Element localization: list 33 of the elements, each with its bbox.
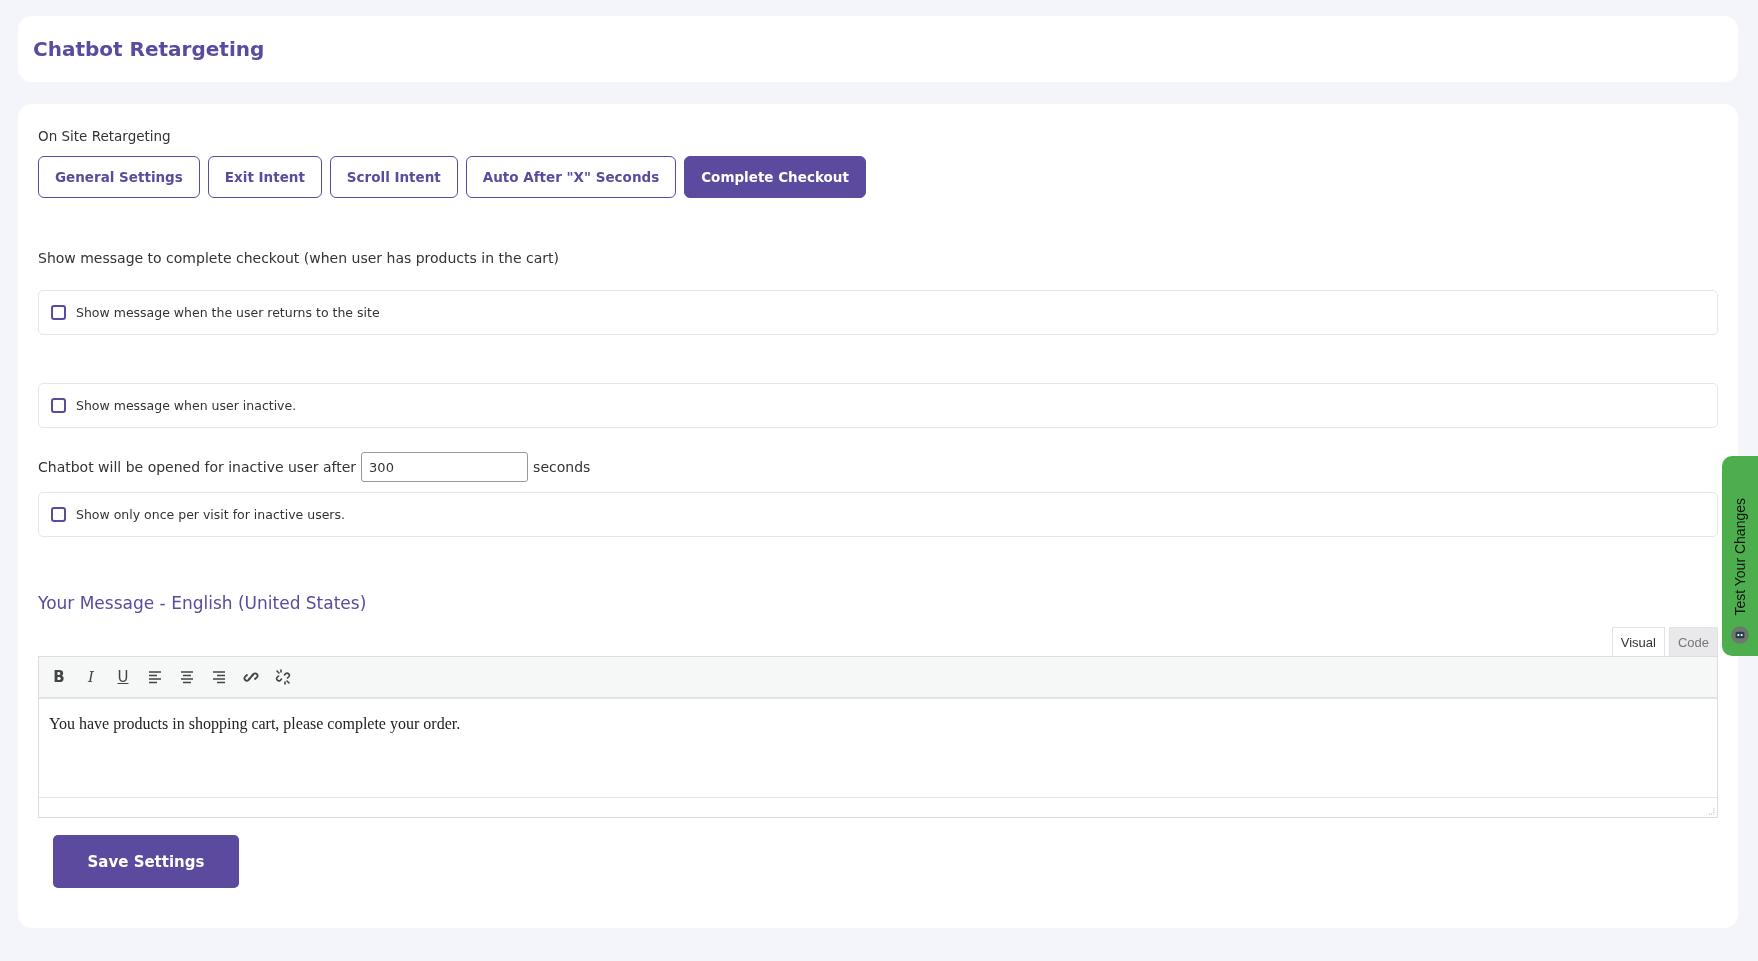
format-button[interactable]: I <box>83 668 99 686</box>
align-left-icon[interactable] <box>147 669 163 685</box>
test-changes-tab[interactable]: Test Your Changes <box>1722 456 1758 656</box>
tab[interactable]: Complete Checkout <box>684 156 866 198</box>
option-label: Show message when the user returns to the site <box>76 305 380 320</box>
page-title: Chatbot Retargeting <box>33 37 265 61</box>
field-label: Chatbot will be opened for inactive user after <box>38 459 357 475</box>
link-icon[interactable] <box>243 669 259 685</box>
editor-tab[interactable]: Code <box>1668 627 1718 656</box>
option-label: Show only once per visit for inactive users. <box>76 507 345 522</box>
section-label: On Site Retargeting <box>38 128 172 144</box>
tab[interactable]: General Settings <box>38 156 200 198</box>
seconds-field[interactable]: 300 <box>361 452 529 482</box>
message-editor[interactable]: You have products in shopping cart, please complete your order. <box>39 699 1717 797</box>
editor-tab[interactable]: Visual <box>1611 627 1665 656</box>
option-label: Show message when user inactive. <box>76 398 297 413</box>
save-button[interactable]: Save Settings <box>53 835 239 888</box>
tab[interactable]: Exit Intent <box>207 156 322 198</box>
unit-label: seconds <box>533 459 591 475</box>
unlink-icon[interactable] <box>275 669 291 685</box>
checkbox[interactable] <box>51 507 66 522</box>
tab[interactable]: Auto After "X" Seconds <box>465 156 677 198</box>
tab[interactable]: Scroll Intent <box>329 156 458 198</box>
checkbox[interactable] <box>51 305 66 320</box>
robot-icon <box>1729 624 1751 646</box>
checkbox[interactable] <box>51 398 66 413</box>
align-center-icon[interactable] <box>179 669 195 685</box>
resize-handle[interactable] <box>1707 807 1715 815</box>
format-button[interactable]: U <box>115 668 131 686</box>
message-heading: Your Message - English (United States) <box>38 593 368 613</box>
format-button[interactable]: B <box>51 668 67 686</box>
description: Show message to complete checkout (when user has products in the cart) <box>38 250 560 266</box>
align-right-icon[interactable] <box>211 669 227 685</box>
